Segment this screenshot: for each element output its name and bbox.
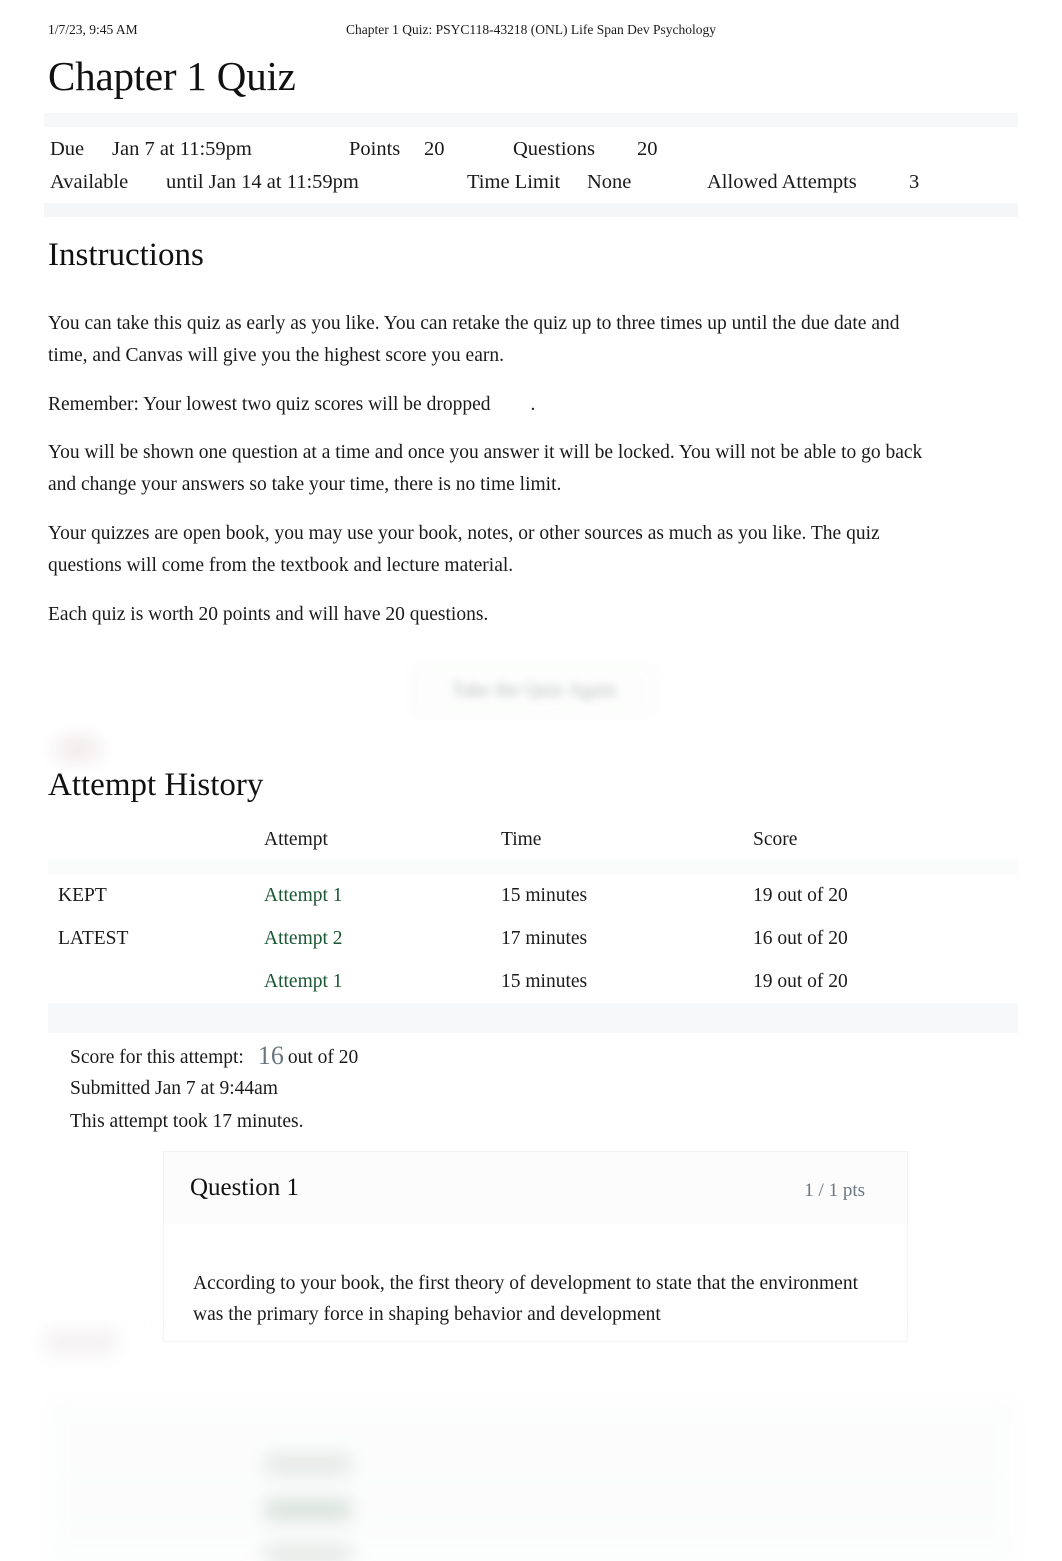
points-label: Points bbox=[349, 138, 401, 160]
table-footer-strip bbox=[48, 1003, 1018, 1033]
quiz-details-row-1: Due Jan 7 at 11:59pm Points 20 Questions… bbox=[44, 133, 1018, 166]
score-out-of: out of 20 bbox=[287, 1047, 359, 1068]
questions-label: Questions bbox=[513, 138, 595, 160]
row-time: 17 minutes bbox=[501, 928, 588, 949]
page-title: Chapter 1 Quiz bbox=[48, 53, 296, 99]
answer-option-separator bbox=[48, 1476, 1018, 1477]
attempt-link[interactable]: Attempt 1 bbox=[264, 960, 343, 1003]
attempt-link[interactable]: Attempt 2 bbox=[264, 917, 343, 960]
answer-option-blurred[interactable] bbox=[265, 1499, 351, 1520]
score-summary: Score for this attempt: 16 out of 20 Submi… bbox=[70, 1040, 770, 1139]
question-title: Question 1 bbox=[190, 1174, 300, 1201]
quiz-details-row-2: Available until Jan 14 at 11:59pm Time L… bbox=[44, 166, 1018, 199]
points-value: 20 bbox=[424, 138, 445, 160]
instructions-paragraph-2: You will be shown one question at a time… bbox=[48, 442, 923, 496]
row-score: 19 out of 20 bbox=[753, 885, 848, 906]
time-limit-value: None bbox=[587, 171, 632, 193]
row-score: 19 out of 20 bbox=[753, 971, 848, 992]
print-header-title: Chapter 1 Quiz: PSYC118-43218 (ONL) Life… bbox=[346, 22, 716, 37]
table-row: KEPT Attempt 1 15 minutes 19 out of 20 bbox=[48, 874, 1018, 917]
available-label: Available bbox=[50, 171, 129, 193]
quiz-details: Due Jan 7 at 11:59pm Points 20 Questions… bbox=[44, 113, 1018, 217]
allowed-attempts-label: Allowed Attempts bbox=[707, 171, 857, 193]
instructions-paragraph-1: You can take this quiz as early as you l… bbox=[48, 313, 900, 366]
due-value: Jan 7 at 11:59pm bbox=[112, 138, 252, 160]
submitted-line: Submitted Jan 7 at 9:44am bbox=[70, 1078, 278, 1099]
column-header-score: Score bbox=[753, 829, 798, 850]
instructions-paragraph-remember: Remember: Your lowest two quiz scores wi… bbox=[48, 389, 928, 421]
due-label: Due bbox=[50, 138, 85, 160]
answer-options-panel bbox=[48, 1401, 1018, 1561]
detail-band-top-strip bbox=[44, 113, 1018, 127]
score-value: 16 bbox=[257, 1041, 284, 1070]
row-status: LATEST bbox=[58, 928, 129, 949]
row-status: KEPT bbox=[58, 885, 107, 906]
row-time: 15 minutes bbox=[501, 971, 588, 992]
instructions-paragraph-4: Each quiz is worth 20 points and will ha… bbox=[48, 603, 489, 625]
instructions-heading: Instructions bbox=[48, 237, 204, 273]
detail-band-bottom-strip bbox=[44, 203, 1018, 217]
table-divider bbox=[48, 860, 1018, 874]
questions-value: 20 bbox=[637, 138, 658, 160]
attempt-history-table: Attempt Time Score KEPT Attempt 1 15 min… bbox=[48, 820, 1018, 1033]
blurred-answer-options-region bbox=[0, 1316, 1062, 1561]
remember-trailing-period: . bbox=[530, 393, 536, 415]
table-row: LATEST Attempt 2 17 minutes 16 out of 20 bbox=[48, 917, 1018, 960]
print-header: 1/7/23, 9:45 AM Chapter 1 Quiz: PSYC118-… bbox=[0, 22, 1062, 44]
score-for-attempt-line: Score for this attempt: 16 out of 20 bbox=[70, 1040, 770, 1073]
available-value: until Jan 14 at 11:59pm bbox=[166, 171, 359, 193]
question-points: 1 / 1 pts bbox=[804, 1180, 865, 1201]
duration-line: This attempt took 17 minutes. bbox=[70, 1111, 304, 1132]
question-card-continuation bbox=[160, 1316, 908, 1330]
row-score: 16 out of 20 bbox=[753, 928, 848, 949]
time-limit-label: Time Limit bbox=[467, 171, 561, 193]
answer-option-blurred[interactable] bbox=[265, 1544, 351, 1561]
table-row: Attempt 1 15 minutes 19 out of 20 bbox=[48, 960, 1018, 1003]
answer-option-blurred[interactable] bbox=[265, 1454, 351, 1475]
score-label: Score for this attempt: bbox=[70, 1047, 244, 1068]
take-quiz-again-label: Take the Quiz Again bbox=[451, 679, 617, 701]
question-card: Question 1 1 / 1 pts According to your b… bbox=[163, 1151, 908, 1342]
blurred-side-tag bbox=[45, 1330, 117, 1354]
remember-text: Remember: Your lowest two quiz scores wi… bbox=[48, 393, 491, 415]
take-quiz-again-button[interactable]: Take the Quiz Again bbox=[406, 659, 662, 721]
row-time: 15 minutes bbox=[501, 885, 588, 906]
column-header-time: Time bbox=[501, 829, 542, 850]
instructions-body: You can take this quiz as early as you l… bbox=[48, 308, 928, 630]
instructions-paragraph-3: Your quizzes are open book, you may use … bbox=[48, 522, 880, 576]
attempt-link[interactable]: Attempt 1 bbox=[264, 874, 343, 917]
column-header-attempt: Attempt bbox=[264, 829, 328, 850]
attempt-history-heading: Attempt History bbox=[48, 767, 264, 803]
answer-option-separator bbox=[48, 1521, 1018, 1522]
question-header: Question 1 1 / 1 pts bbox=[163, 1151, 908, 1224]
table-header-row: Attempt Time Score bbox=[48, 820, 1018, 860]
allowed-attempts-value: 3 bbox=[909, 171, 920, 193]
blurred-answer-options-inner bbox=[0, 1316, 1062, 1561]
